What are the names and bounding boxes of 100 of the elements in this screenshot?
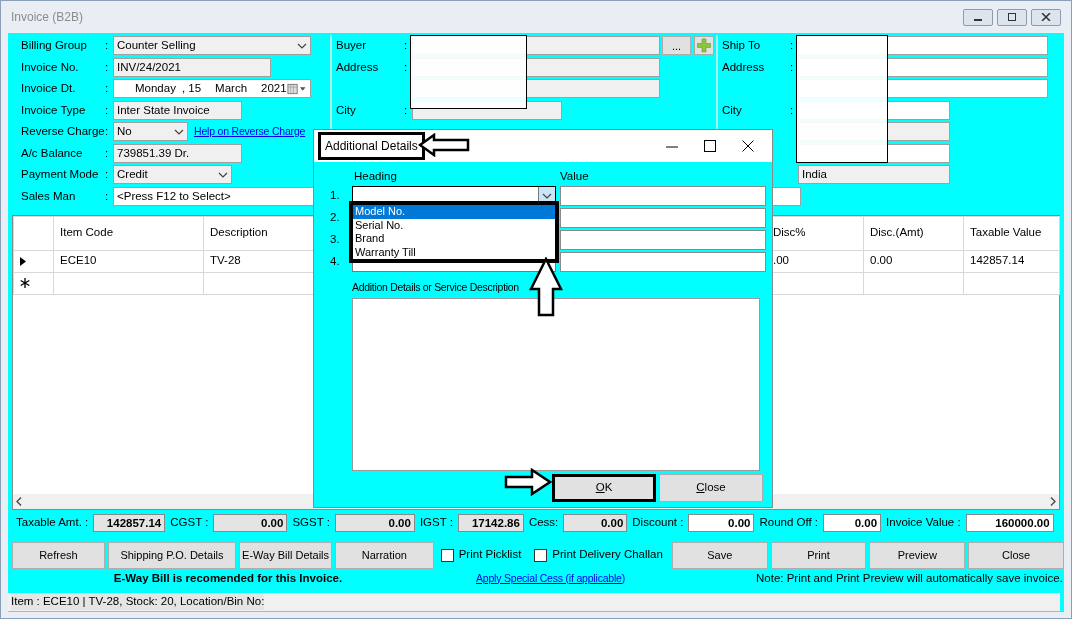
checkbox-box[interactable] xyxy=(534,548,548,562)
text-field[interactable]: 739851.39 Dr. xyxy=(113,143,242,163)
field-label: Invoice No. xyxy=(21,59,80,75)
date-part: 2021 xyxy=(261,81,287,97)
row-number: 3. xyxy=(329,232,341,248)
calendar-icon[interactable] xyxy=(286,82,307,95)
text-field[interactable]: INV/24/2021 xyxy=(113,57,271,77)
action-button[interactable]: Shipping P.O. Details xyxy=(107,541,237,569)
colon: : xyxy=(404,59,409,75)
minimize-button[interactable] xyxy=(963,8,993,26)
action-button[interactable]: Print xyxy=(770,541,867,569)
row-number: 4. xyxy=(329,254,341,270)
scroll-left-icon[interactable] xyxy=(16,496,22,506)
amount-field[interactable]: 0.00 xyxy=(688,513,755,532)
value-field[interactable] xyxy=(560,230,766,250)
text-field[interactable]: Inter State Invoice xyxy=(113,100,242,120)
total-label: Round Off : xyxy=(759,514,819,530)
amount-field: 142857.14 xyxy=(93,513,166,532)
current-row-icon xyxy=(20,256,26,266)
amount-field[interactable]: 0.00 xyxy=(823,513,882,532)
warning-text: E-Way Bill is recomended for this Invoice. xyxy=(112,570,344,586)
column-label: Value xyxy=(560,169,589,184)
dialog-button[interactable]: OK xyxy=(552,473,656,502)
dropdown-option[interactable]: Serial No. xyxy=(353,218,555,232)
maximize-button[interactable] xyxy=(997,8,1027,26)
date-part: March xyxy=(215,81,248,97)
status-bar-text: Item : ECE10 | TV-28, Stock: 20, Location/Bin No: xyxy=(11,592,265,611)
lookup-button[interactable]: ... xyxy=(662,36,691,56)
field-label: A/c Balance xyxy=(21,145,84,161)
field-label: Ship To xyxy=(722,38,762,54)
action-button[interactable]: Narration xyxy=(334,541,434,569)
colon: : xyxy=(404,102,409,118)
row-number: 2. xyxy=(329,210,341,226)
date-part: Monday xyxy=(135,81,176,97)
field-label: Reverse Charge xyxy=(21,124,105,140)
close-button[interactable] xyxy=(1031,8,1061,26)
new-row-icon xyxy=(20,278,30,289)
dropdown-field[interactable]: No xyxy=(113,122,188,142)
field-label: Invoice Dt. xyxy=(21,81,77,97)
field-label: Buyer xyxy=(336,38,368,54)
action-button[interactable]: Close xyxy=(968,541,1064,569)
column-header[interactable]: Item Code xyxy=(53,216,204,250)
colon: : xyxy=(790,38,795,54)
maximize-icon xyxy=(1007,13,1017,21)
colon: : xyxy=(105,59,110,75)
note-text: Note: Print and Print Preview will automatically save invoice. xyxy=(756,570,1063,586)
amount-field[interactable]: 160000.00 xyxy=(965,513,1054,532)
amount-field: 0.00 xyxy=(213,513,288,532)
special-cess-link[interactable]: Apply Special Cess (if applicable) xyxy=(476,570,676,587)
column-header[interactable]: Taxable Value xyxy=(963,216,1060,250)
field-label: Addition Details or Service Description xyxy=(351,280,520,295)
amount-field: 0.00 xyxy=(563,513,628,532)
dropdown-field[interactable]: Credit xyxy=(113,165,232,185)
scroll-right-icon[interactable] xyxy=(1050,496,1056,506)
field-label: City xyxy=(336,102,357,118)
checkbox-label: Print Picklist xyxy=(458,547,522,563)
maximize-button[interactable] xyxy=(704,140,716,152)
field-label: Payment Mode xyxy=(21,167,100,183)
callout-arrow xyxy=(418,133,470,157)
value-field[interactable] xyxy=(560,252,766,272)
amount-field: 17142.86 xyxy=(457,513,524,532)
total-label: Cess: xyxy=(528,514,559,530)
action-button[interactable]: Refresh xyxy=(12,541,105,569)
total-label: SGST : xyxy=(292,514,330,530)
table-cell: 142857.14 xyxy=(963,250,1060,272)
field-label: Sales Man xyxy=(21,189,77,205)
date-part: , 15 xyxy=(181,81,202,97)
value-field[interactable] xyxy=(560,186,766,206)
window-title: Invoice (B2B) xyxy=(11,9,84,26)
colon: : xyxy=(105,38,110,54)
action-button[interactable]: Preview xyxy=(869,541,966,569)
field-label: Address xyxy=(722,59,766,75)
total-label: Invoice Value : xyxy=(886,514,961,530)
colon: : xyxy=(404,38,409,54)
callout-arrow xyxy=(504,468,552,496)
chevron-icon xyxy=(218,171,228,178)
table-cell: ECE10 xyxy=(53,250,204,272)
action-button[interactable]: Save xyxy=(671,541,768,569)
close-button[interactable] xyxy=(742,140,754,152)
total-label: CGST : xyxy=(170,514,209,530)
total-label: Taxable Amt. : xyxy=(16,514,89,530)
table-cell: 0.00 xyxy=(863,250,964,272)
value-field[interactable] xyxy=(560,208,766,228)
total-label: Discount : xyxy=(632,514,684,530)
help-link[interactable]: Help on Reverse Charge xyxy=(194,123,306,140)
row-number: 1. xyxy=(329,188,341,204)
column-header[interactable]: Disc.(Amt) xyxy=(863,216,964,250)
field-label: Address xyxy=(336,59,380,75)
colon: : xyxy=(105,189,110,205)
dropdown-field[interactable]: Counter Selling xyxy=(113,36,311,56)
dropdown-option[interactable]: Model No. xyxy=(353,205,555,219)
action-button[interactable]: E-Way Bill Details xyxy=(239,541,332,569)
date-picker[interactable]: Monday , 15 March 2021 xyxy=(113,79,311,99)
text-field[interactable]: India xyxy=(798,165,950,185)
dropdown-option[interactable]: Brand xyxy=(353,232,555,246)
chevron-icon xyxy=(542,193,552,199)
checkbox-box[interactable] xyxy=(440,548,454,562)
dialog-button[interactable]: Close xyxy=(659,473,763,502)
chevron-icon xyxy=(297,42,307,49)
colon: : xyxy=(105,102,110,118)
